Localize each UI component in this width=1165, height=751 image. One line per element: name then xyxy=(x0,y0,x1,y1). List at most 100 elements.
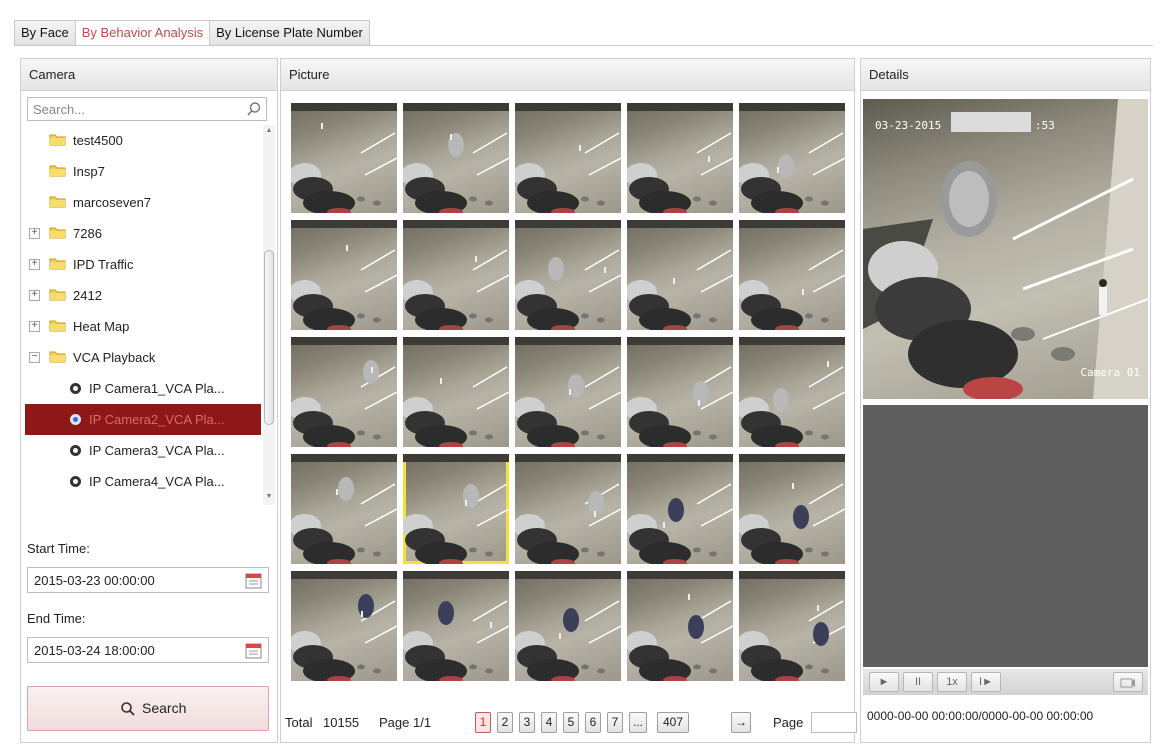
page-number-button[interactable]: 4 xyxy=(541,712,557,733)
tree-camera-item[interactable]: IP Camera2_VCA Pla... xyxy=(25,404,261,435)
tree-item-label: 2412 xyxy=(73,288,102,303)
page-ellipsis-button[interactable]: ... xyxy=(629,712,648,733)
end-time-value: 2015-03-24 18:00:00 xyxy=(34,643,155,658)
snapshot-thumbnail[interactable] xyxy=(291,103,397,213)
ip-camera-icon xyxy=(70,383,81,394)
snapshot-thumbnail[interactable] xyxy=(291,571,397,681)
snapshot-thumbnail[interactable] xyxy=(291,337,397,447)
tree-folder-item[interactable]: marcoseven7 xyxy=(25,187,261,218)
tab-by-behavior-analysis[interactable]: By Behavior Analysis xyxy=(74,20,211,46)
next-page-button[interactable]: → xyxy=(731,712,751,733)
page-number-button[interactable]: 3 xyxy=(519,712,535,733)
tree-folder-item[interactable]: test4500 xyxy=(25,125,261,156)
osd-camera-label: Camera 01 xyxy=(1080,366,1140,379)
scroll-down-arrow[interactable]: ▼ xyxy=(265,493,273,501)
snapshot-thumbnail[interactable] xyxy=(627,337,733,447)
snapshot-thumbnail[interactable] xyxy=(291,454,397,564)
snapshot-thumbnail[interactable] xyxy=(403,220,509,330)
camera-search-box xyxy=(27,97,267,121)
snapshot-thumbnail[interactable] xyxy=(627,454,733,564)
tree-folder-item[interactable]: + IPD Traffic xyxy=(25,249,261,280)
ip-camera-icon xyxy=(70,476,81,487)
tree-item-label: Insp7 xyxy=(73,164,105,179)
end-time-label: End Time: xyxy=(27,611,86,626)
folder-icon xyxy=(49,196,66,208)
snapshot-thumbnail[interactable] xyxy=(403,337,509,447)
scrollbar-thumb[interactable] xyxy=(264,250,274,425)
page-info: Page 1/1 xyxy=(379,715,432,730)
tree-item-label: IP Camera2_VCA Pla... xyxy=(89,412,225,427)
page-number-button[interactable]: 2 xyxy=(497,712,513,733)
page-number-button[interactable]: 407 xyxy=(657,712,689,733)
total-value: 10155 xyxy=(323,715,360,730)
tree-folder-item[interactable]: − VCA Playback xyxy=(25,342,261,373)
page-number-button[interactable]: 5 xyxy=(563,712,579,733)
expand-icon[interactable]: + xyxy=(29,290,40,301)
snapshot-thumbnail[interactable] xyxy=(403,103,509,213)
start-time-label: Start Time: xyxy=(27,541,90,556)
tree-folder-item[interactable]: + Heat Map xyxy=(25,311,261,342)
pagination: Total 10155 Page 1/1 → Page 1 2 3 4 5 6 7... 40… xyxy=(285,712,857,734)
snapshot-thumbnail[interactable] xyxy=(627,103,733,213)
tree-camera-item[interactable]: IP Camera4_VCA Pla... xyxy=(25,466,261,497)
tree-item-label: IP Camera1_VCA Pla... xyxy=(89,381,225,396)
snapshot-thumbnail[interactable] xyxy=(739,337,845,447)
expand-icon[interactable]: + xyxy=(29,228,40,239)
snapshot-thumbnail[interactable] xyxy=(739,454,845,564)
expand-icon[interactable]: + xyxy=(29,259,40,270)
tab-by-license-plate[interactable]: By License Plate Number xyxy=(209,20,370,46)
snapshot-thumbnail[interactable] xyxy=(403,571,509,681)
snapshot-thumbnail[interactable] xyxy=(627,220,733,330)
tree-folder-item[interactable]: +2412 xyxy=(25,280,261,311)
step-forward-button[interactable]: I► xyxy=(971,672,1001,692)
capture-button[interactable] xyxy=(1113,672,1143,692)
page-number-button[interactable]: 1 xyxy=(475,712,491,733)
scroll-up-arrow[interactable]: ▲ xyxy=(265,127,273,135)
page-number-button[interactable]: 7 xyxy=(607,712,623,733)
search-button[interactable]: Search xyxy=(27,686,269,731)
page-number-button[interactable]: 6 xyxy=(585,712,601,733)
details-panel-title: Details xyxy=(861,59,1150,91)
play-button[interactable]: ► xyxy=(869,672,899,692)
tree-folder-item[interactable]: Insp7 xyxy=(25,156,261,187)
snapshot-thumbnail[interactable] xyxy=(739,571,845,681)
snapshot-thumbnail[interactable] xyxy=(515,337,621,447)
folder-icon xyxy=(49,165,66,177)
tree-scrollbar[interactable]: ▲ ▼ xyxy=(263,125,275,505)
snapshot-thumbnail[interactable] xyxy=(291,220,397,330)
tree-camera-item[interactable]: IP Camera3_VCA Pla... xyxy=(25,435,261,466)
tab-by-face[interactable]: By Face xyxy=(14,20,76,46)
snapshot-thumbnail[interactable] xyxy=(515,454,621,564)
end-time-field[interactable]: 2015-03-24 18:00:00 xyxy=(27,637,269,663)
snapshot-thumbnail[interactable] xyxy=(739,220,845,330)
snapshot-thumbnail[interactable] xyxy=(515,571,621,681)
tree-item-label: Heat Map xyxy=(73,319,130,334)
page-label: Page xyxy=(773,715,804,730)
folder-icon xyxy=(49,258,66,270)
snapshot-thumbnail[interactable] xyxy=(627,571,733,681)
tree-item-label: marcoseven7 xyxy=(73,195,152,210)
camera-search-input[interactable] xyxy=(28,98,238,120)
detail-scene xyxy=(863,99,1148,399)
detail-snapshot: 03-23-2015 :53 Camera 01 xyxy=(863,99,1148,399)
tree-camera-item[interactable]: IP Camera1_VCA Pla... xyxy=(25,373,261,404)
osd-date: 03-23-2015 xyxy=(875,119,942,132)
osd-redaction xyxy=(951,112,1031,132)
tree-folder-item[interactable]: +7286 xyxy=(25,218,261,249)
page-number-input[interactable] xyxy=(811,712,857,733)
snapshot-thumbnail[interactable] xyxy=(515,103,621,213)
calendar-icon[interactable] xyxy=(245,572,262,589)
snapshot-thumbnail[interactable] xyxy=(403,454,509,564)
video-playback-area[interactable] xyxy=(863,405,1148,667)
ip-camera-icon xyxy=(70,414,81,425)
snapshot-thumbnail[interactable] xyxy=(515,220,621,330)
search-icon[interactable] xyxy=(246,101,262,117)
pause-button[interactable]: II xyxy=(903,672,933,692)
calendar-icon[interactable] xyxy=(245,642,262,659)
playback-controls: ► II 1x I► xyxy=(863,669,1148,695)
collapse-icon[interactable]: − xyxy=(29,352,40,363)
expand-icon[interactable]: + xyxy=(29,321,40,332)
start-time-field[interactable]: 2015-03-23 00:00:00 xyxy=(27,567,269,593)
snapshot-thumbnail[interactable] xyxy=(739,103,845,213)
speed-button[interactable]: 1x xyxy=(937,672,967,692)
